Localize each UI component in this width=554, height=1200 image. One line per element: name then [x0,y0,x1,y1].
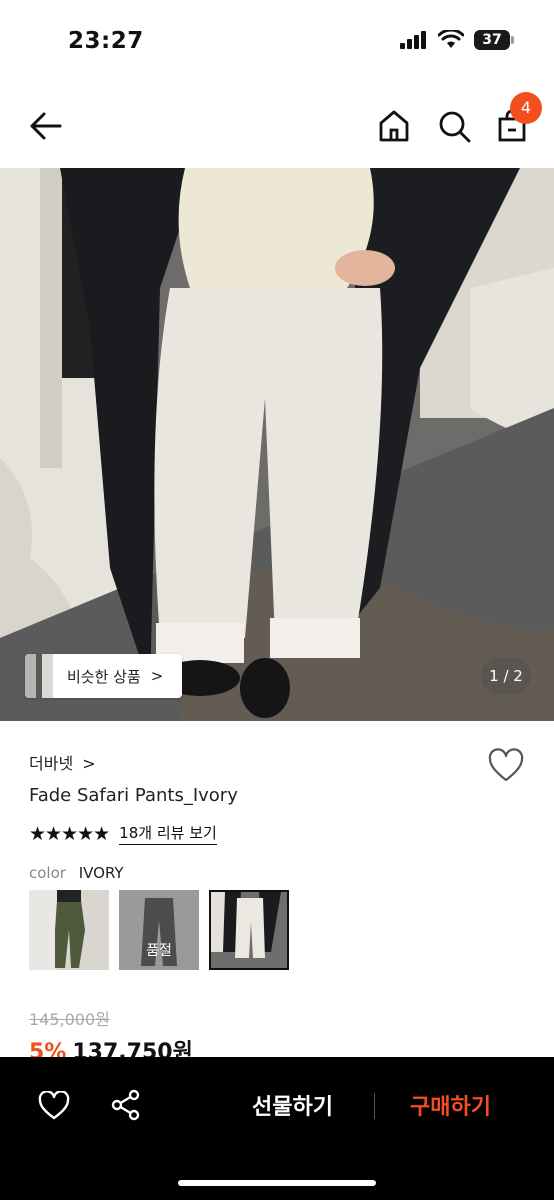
brand-link[interactable]: 더바넷 > [29,750,96,774]
home-indicator [178,1180,376,1186]
brand-name: 더바넷 [29,754,74,773]
product-image[interactable] [0,168,554,721]
nav-bar [0,84,554,168]
share-icon[interactable] [110,1089,142,1121]
similar-products-label: 비슷한 상품 [67,667,141,686]
swatch-charcoal[interactable]: 품절 [119,890,199,970]
color-value: IVORY [78,864,124,882]
color-swatches: 품절 [29,890,289,970]
review-link[interactable]: 18개 리뷰 보기 [119,822,217,845]
swatch-ivory-photo [211,892,287,968]
buy-button[interactable]: 구매하기 [410,1089,491,1121]
cart-count-badge: 4 [510,92,542,124]
color-label: color [29,864,66,882]
back-arrow-icon[interactable] [26,108,66,144]
gift-button[interactable]: 선물하기 [252,1089,333,1121]
rating-row: ★★★★★ 18개 리뷰 보기 [29,822,217,845]
status-icons: 37 [400,30,514,50]
bottom-action-bar: 선물하기 구매하기 [0,1057,554,1200]
battery-indicator: 37 [474,30,514,50]
status-bar: 23:27 37 [0,0,554,84]
signal-icon [400,31,426,49]
soldout-label: 품절 [146,943,172,959]
product-photo [0,168,554,721]
swatch-khaki[interactable] [29,890,109,970]
home-icon[interactable] [376,108,412,144]
status-time: 23:27 [68,28,144,54]
color-row: color IVORY [29,864,124,882]
product-name: Fade Safari Pants_Ivory [29,785,238,806]
heart-icon[interactable] [487,748,525,784]
rating-stars: ★★★★★ [29,822,110,845]
heart-icon[interactable] [38,1091,70,1121]
swatch-ivory[interactable] [209,890,289,970]
chevron-right-icon: > [150,667,164,685]
chevron-right-icon: > [82,754,96,773]
similar-products-thumbnail [25,654,53,698]
swatch-khaki-photo [29,890,109,970]
original-price: 145,000원 [29,1010,110,1029]
image-pager: 1 / 2 [481,657,531,695]
search-icon[interactable] [436,108,472,144]
bar-divider [374,1093,375,1119]
wifi-icon [438,30,464,48]
similar-products-button[interactable]: 비슷한 상품 > [25,654,182,698]
